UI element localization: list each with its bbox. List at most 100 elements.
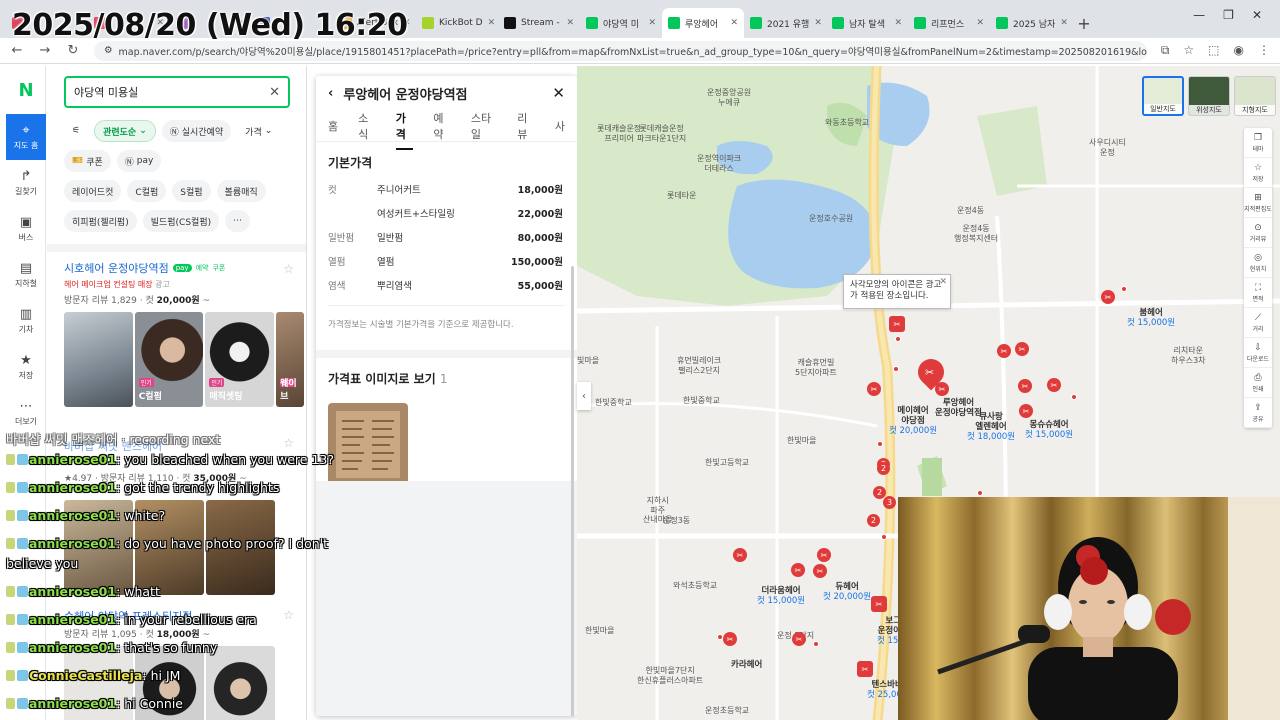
url-field[interactable]: ⚙ map.naver.com/p/search/야당역%20미용실/place… [94, 40, 1147, 61]
detail-tab[interactable]: 가격 [395, 110, 414, 150]
tag-chip[interactable]: 빌드펌(CS컬펌) [142, 210, 220, 232]
tab-close-icon[interactable]: ✕ [814, 18, 822, 28]
tag-chip[interactable]: 레이어드컷 [64, 180, 122, 202]
map-place-label[interactable]: 사우디시티 운정 [1089, 138, 1126, 157]
place-dot-icon[interactable] [717, 634, 723, 640]
filter-coupon[interactable]: 🎫 쿠폰 [64, 150, 111, 172]
bookmark-icon[interactable]: ☆ [1183, 43, 1194, 58]
tab-close-icon[interactable]: ✕ [976, 18, 984, 28]
tag-chip[interactable]: C컬펌 [127, 180, 167, 202]
tag-chip[interactable]: 히피펌(젤리펌) [64, 210, 137, 232]
site-info-icon[interactable]: ⚙ [104, 45, 113, 56]
clear-search-icon[interactable]: ✕ [269, 85, 280, 100]
map-tool-button[interactable]: ⟋ 거리 [1244, 308, 1272, 338]
map-tool-button[interactable]: ⎙ 인쇄 [1244, 368, 1272, 398]
browser-tab[interactable]: KickBot D ✕ [416, 8, 498, 38]
map-shop-label[interactable]: 메이헤어 야당점 컷 20,000원 [889, 406, 937, 437]
map-place-label[interactable]: 운정초등학교 [705, 706, 749, 716]
map-place-label[interactable]: 운정중앙공원 누에큐 [707, 88, 751, 107]
tag-more[interactable]: ⋯ [225, 210, 251, 232]
back-icon[interactable]: ← [10, 43, 24, 58]
nav-item[interactable]: ★ 저장 [6, 344, 46, 390]
map-tool-button[interactable]: ⇩ 다운로드 [1244, 338, 1272, 368]
browser-tab[interactable]: 2025 남자 ✕ [990, 8, 1072, 38]
map-place-label[interactable]: 운정4동 행정복지센터 [954, 224, 998, 243]
place-photo[interactable] [206, 646, 275, 720]
map-place-label[interactable]: 와동초등학교 [825, 118, 869, 128]
search-input[interactable]: 야당역 미용실 ✕ [64, 76, 290, 108]
detail-tab[interactable]: 홈 [328, 118, 338, 134]
map-tool-button[interactable]: ⇪ 공유 [1244, 398, 1272, 428]
shop-marker-icon[interactable]: ✂ [1101, 290, 1115, 304]
browser-tab[interactable]: 2021 유행 ✕ [744, 8, 826, 38]
place-dot-icon[interactable] [1121, 286, 1127, 292]
place-dot-icon[interactable] [893, 366, 899, 372]
place-name[interactable]: 시호헤어 운정야당역점 [64, 260, 169, 276]
browser-tab[interactable]: 리프먼스 ✕ [908, 8, 990, 38]
browser-tab[interactable]: 루앙헤어 ✕ [662, 8, 744, 38]
map-tool-button[interactable]: ☆ 저장 [1244, 158, 1272, 188]
detail-tab[interactable]: 예약 [433, 110, 451, 142]
install-icon[interactable]: ⧉ [1161, 43, 1170, 58]
tab-close-icon[interactable]: ✕ [1060, 18, 1068, 28]
map-shop-label[interactable]: 카라헤어 [731, 660, 762, 670]
map-tool-button[interactable]: ⊞ 지적편집도 [1244, 188, 1272, 218]
place-dot-icon[interactable] [977, 490, 983, 496]
filter-settings-icon[interactable]: ⚟ [64, 120, 88, 142]
shop-marker-icon[interactable]: ✂ [792, 632, 806, 646]
place-photo[interactable]: 인기 매직셋팅 [205, 312, 275, 407]
detail-tab[interactable]: 리뷰 [517, 110, 535, 142]
tab-close-icon[interactable]: ✕ [566, 18, 574, 28]
place-photo[interactable]: 인기 C컬펌 [134, 312, 204, 407]
collapse-panel-button[interactable]: ‹ [577, 382, 591, 410]
map-place-label[interactable]: 한빛마을7단지 한신휴플러스아파트 [637, 666, 703, 685]
browser-tab[interactable]: 야당역 미 ✕ [580, 8, 662, 38]
browser-tab[interactable]: 남자 탈색 ✕ [826, 8, 908, 38]
map-place-label[interactable]: 롯데타운 [667, 191, 696, 201]
shop-marker-icon[interactable]: ✂ [723, 632, 737, 646]
shop-marker-icon[interactable]: ✂ [791, 563, 805, 577]
cluster-marker-icon[interactable]: 2 [877, 462, 890, 475]
map-place-label[interactable]: 리치타운 하우스3차 [1171, 346, 1206, 365]
place-photo[interactable]: 인기 웨이브 [276, 312, 304, 407]
nav-item[interactable]: ▥ 기차 [6, 298, 46, 344]
map-shop-label[interactable]: 붐헤어 컷 15,000원 [1127, 308, 1175, 328]
tooltip-close-icon[interactable]: ✕ [939, 276, 947, 288]
map-place-label[interactable]: 롯데캐슬운정 파크타운1단지 [637, 124, 686, 143]
tag-chip[interactable]: 볼륨매직 [216, 180, 266, 202]
map-place-label[interactable]: 한빛마을 [585, 626, 614, 636]
price-menu-image[interactable] [328, 403, 408, 486]
cluster-marker-icon[interactable]: 3 [883, 496, 896, 509]
forward-icon[interactable]: → [38, 43, 52, 58]
map-place-label[interactable]: 한빛마을 [787, 436, 816, 446]
browser-tab[interactable]: Stream - ✕ [498, 8, 580, 38]
map-type-satellite[interactable]: 위성지도 [1188, 76, 1230, 116]
nav-item[interactable]: ▤ 지하철 [6, 252, 46, 298]
shop-marker-icon[interactable]: ✂ [1018, 379, 1032, 393]
detail-tab[interactable]: 소식 [358, 110, 376, 142]
filter-npay[interactable]: Ⓝpay [116, 150, 162, 172]
shop-marker-icon[interactable]: ✂ [813, 564, 827, 578]
map-place-label[interactable]: 운정호수공원 [809, 214, 853, 224]
nav-item[interactable]: ▣ 버스 [6, 206, 46, 252]
scrollbar[interactable] [571, 266, 574, 716]
map-type-terrain[interactable]: 지형지도 [1234, 76, 1276, 116]
tab-close-icon[interactable]: ✕ [488, 18, 496, 28]
cluster-marker-icon[interactable]: 2 [867, 514, 880, 527]
minimize-icon[interactable]: — [1193, 8, 1205, 22]
map-tool-button[interactable]: ⊙ 거리뷰 [1244, 218, 1272, 248]
back-arrow-icon[interactable]: ‹ [328, 86, 333, 101]
place-dot-icon[interactable] [881, 534, 887, 540]
profile-icon[interactable]: ◉ [1234, 43, 1244, 58]
shop-marker-icon[interactable]: ✂ [997, 344, 1011, 358]
map-place-label[interactable]: 한빛고등학교 [705, 458, 749, 468]
place-dot-icon[interactable] [895, 336, 901, 342]
map-tool-button[interactable]: ⛶ 면적 [1244, 278, 1272, 308]
map-place-label[interactable]: 한빛중학교 [683, 396, 720, 406]
place-photo[interactable] [64, 312, 133, 407]
map-shop-label[interactable]: 더라움헤어 컷 15,000원 [757, 586, 805, 606]
place-dot-icon[interactable] [813, 641, 819, 647]
extensions-icon[interactable]: ⬚ [1208, 43, 1219, 58]
detail-tab[interactable]: 스타일 [471, 110, 497, 142]
map-tool-button[interactable]: ◎ 현위치 [1244, 248, 1272, 278]
